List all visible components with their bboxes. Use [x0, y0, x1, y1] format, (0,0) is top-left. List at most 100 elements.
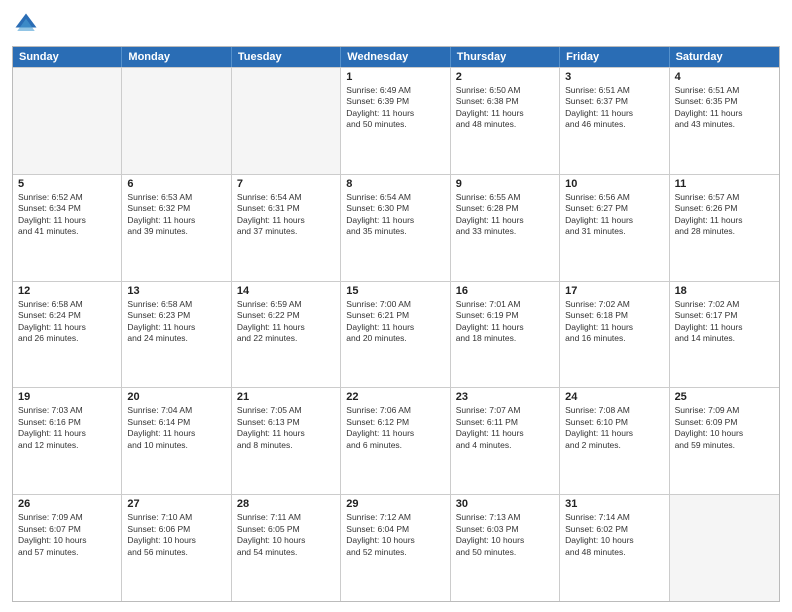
- cell-info-line: Sunset: 6:34 PM: [18, 203, 116, 214]
- cell-info-line: and 43 minutes.: [675, 119, 774, 130]
- cell-info-line: Sunset: 6:18 PM: [565, 310, 663, 321]
- day-number: 1: [346, 71, 444, 83]
- day-number: 25: [675, 391, 774, 403]
- calendar-row-3: 19Sunrise: 7:03 AMSunset: 6:16 PMDayligh…: [13, 387, 779, 494]
- cell-info-line: and 4 minutes.: [456, 440, 554, 451]
- cell-info-line: Sunset: 6:10 PM: [565, 417, 663, 428]
- day-number: 2: [456, 71, 554, 83]
- calendar-cell-3-4: 23Sunrise: 7:07 AMSunset: 6:11 PMDayligh…: [451, 388, 560, 494]
- cell-info-line: Sunset: 6:32 PM: [127, 203, 225, 214]
- cell-info-line: Sunrise: 7:03 AM: [18, 405, 116, 416]
- cell-info-line: Daylight: 11 hours: [18, 215, 116, 226]
- cell-info-line: Sunrise: 7:09 AM: [18, 512, 116, 523]
- day-number: 31: [565, 498, 663, 510]
- cell-info-line: Sunset: 6:21 PM: [346, 310, 444, 321]
- cell-info-line: and 16 minutes.: [565, 333, 663, 344]
- cell-info-line: Daylight: 11 hours: [346, 108, 444, 119]
- calendar-cell-0-3: 1Sunrise: 6:49 AMSunset: 6:39 PMDaylight…: [341, 68, 450, 174]
- cell-info-line: Sunset: 6:26 PM: [675, 203, 774, 214]
- cell-info-line: Daylight: 11 hours: [565, 215, 663, 226]
- cell-info-line: Sunset: 6:14 PM: [127, 417, 225, 428]
- day-number: 24: [565, 391, 663, 403]
- cell-info-line: and 48 minutes.: [456, 119, 554, 130]
- cell-info-line: Sunrise: 6:59 AM: [237, 299, 335, 310]
- cell-info-line: Sunrise: 6:58 AM: [127, 299, 225, 310]
- cell-info-line: and 12 minutes.: [18, 440, 116, 451]
- calendar: SundayMondayTuesdayWednesdayThursdayFrid…: [12, 46, 780, 602]
- calendar-cell-2-5: 17Sunrise: 7:02 AMSunset: 6:18 PMDayligh…: [560, 282, 669, 388]
- cell-info-line: Sunset: 6:04 PM: [346, 524, 444, 535]
- calendar-cell-2-4: 16Sunrise: 7:01 AMSunset: 6:19 PMDayligh…: [451, 282, 560, 388]
- cell-info-line: and 41 minutes.: [18, 226, 116, 237]
- cell-info-line: and 28 minutes.: [675, 226, 774, 237]
- cell-info-line: Sunset: 6:09 PM: [675, 417, 774, 428]
- cell-info-line: Sunset: 6:38 PM: [456, 96, 554, 107]
- cell-info-line: Sunrise: 7:01 AM: [456, 299, 554, 310]
- cell-info-line: Sunrise: 7:02 AM: [675, 299, 774, 310]
- cell-info-line: and 50 minutes.: [456, 547, 554, 558]
- calendar-cell-3-6: 25Sunrise: 7:09 AMSunset: 6:09 PMDayligh…: [670, 388, 779, 494]
- cell-info-line: and 48 minutes.: [565, 547, 663, 558]
- calendar-row-4: 26Sunrise: 7:09 AMSunset: 6:07 PMDayligh…: [13, 494, 779, 601]
- cell-info-line: Sunrise: 7:14 AM: [565, 512, 663, 523]
- cell-info-line: and 37 minutes.: [237, 226, 335, 237]
- day-number: 8: [346, 178, 444, 190]
- cell-info-line: Sunset: 6:24 PM: [18, 310, 116, 321]
- cell-info-line: and 33 minutes.: [456, 226, 554, 237]
- cell-info-line: Sunrise: 7:10 AM: [127, 512, 225, 523]
- cell-info-line: Sunrise: 6:51 AM: [675, 85, 774, 96]
- cell-info-line: Sunrise: 7:06 AM: [346, 405, 444, 416]
- day-number: 20: [127, 391, 225, 403]
- page-container: SundayMondayTuesdayWednesdayThursdayFrid…: [0, 0, 792, 612]
- cell-info-line: Sunrise: 6:57 AM: [675, 192, 774, 203]
- calendar-body: 1Sunrise: 6:49 AMSunset: 6:39 PMDaylight…: [13, 67, 779, 601]
- cell-info-line: and 56 minutes.: [127, 547, 225, 558]
- weekday-header-sunday: Sunday: [13, 47, 122, 67]
- calendar-cell-2-2: 14Sunrise: 6:59 AMSunset: 6:22 PMDayligh…: [232, 282, 341, 388]
- calendar-cell-3-5: 24Sunrise: 7:08 AMSunset: 6:10 PMDayligh…: [560, 388, 669, 494]
- calendar-cell-1-1: 6Sunrise: 6:53 AMSunset: 6:32 PMDaylight…: [122, 175, 231, 281]
- cell-info-line: Sunset: 6:17 PM: [675, 310, 774, 321]
- cell-info-line: Sunrise: 6:58 AM: [18, 299, 116, 310]
- cell-info-line: Daylight: 11 hours: [18, 428, 116, 439]
- cell-info-line: Sunrise: 7:09 AM: [675, 405, 774, 416]
- cell-info-line: Sunrise: 6:52 AM: [18, 192, 116, 203]
- calendar-cell-0-6: 4Sunrise: 6:51 AMSunset: 6:35 PMDaylight…: [670, 68, 779, 174]
- cell-info-line: Sunrise: 6:51 AM: [565, 85, 663, 96]
- cell-info-line: and 18 minutes.: [456, 333, 554, 344]
- calendar-cell-4-6: [670, 495, 779, 601]
- calendar-cell-1-6: 11Sunrise: 6:57 AMSunset: 6:26 PMDayligh…: [670, 175, 779, 281]
- cell-info-line: and 2 minutes.: [565, 440, 663, 451]
- cell-info-line: and 39 minutes.: [127, 226, 225, 237]
- cell-info-line: Sunrise: 7:07 AM: [456, 405, 554, 416]
- cell-info-line: and 26 minutes.: [18, 333, 116, 344]
- day-number: 12: [18, 285, 116, 297]
- cell-info-line: and 52 minutes.: [346, 547, 444, 558]
- weekday-header-saturday: Saturday: [670, 47, 779, 67]
- cell-info-line: and 8 minutes.: [237, 440, 335, 451]
- calendar-cell-1-2: 7Sunrise: 6:54 AMSunset: 6:31 PMDaylight…: [232, 175, 341, 281]
- calendar-cell-0-5: 3Sunrise: 6:51 AMSunset: 6:37 PMDaylight…: [560, 68, 669, 174]
- weekday-header-wednesday: Wednesday: [341, 47, 450, 67]
- cell-info-line: Daylight: 11 hours: [565, 108, 663, 119]
- cell-info-line: Sunrise: 7:02 AM: [565, 299, 663, 310]
- cell-info-line: and 46 minutes.: [565, 119, 663, 130]
- calendar-cell-4-2: 28Sunrise: 7:11 AMSunset: 6:05 PMDayligh…: [232, 495, 341, 601]
- cell-info-line: Sunset: 6:31 PM: [237, 203, 335, 214]
- cell-info-line: Sunset: 6:35 PM: [675, 96, 774, 107]
- day-number: 30: [456, 498, 554, 510]
- day-number: 27: [127, 498, 225, 510]
- cell-info-line: Sunset: 6:12 PM: [346, 417, 444, 428]
- day-number: 17: [565, 285, 663, 297]
- day-number: 9: [456, 178, 554, 190]
- day-number: 19: [18, 391, 116, 403]
- cell-info-line: Sunset: 6:39 PM: [346, 96, 444, 107]
- cell-info-line: Daylight: 11 hours: [346, 322, 444, 333]
- cell-info-line: Sunrise: 6:56 AM: [565, 192, 663, 203]
- cell-info-line: and 31 minutes.: [565, 226, 663, 237]
- day-number: 21: [237, 391, 335, 403]
- calendar-cell-4-4: 30Sunrise: 7:13 AMSunset: 6:03 PMDayligh…: [451, 495, 560, 601]
- cell-info-line: Daylight: 11 hours: [127, 215, 225, 226]
- calendar-cell-2-0: 12Sunrise: 6:58 AMSunset: 6:24 PMDayligh…: [13, 282, 122, 388]
- day-number: 22: [346, 391, 444, 403]
